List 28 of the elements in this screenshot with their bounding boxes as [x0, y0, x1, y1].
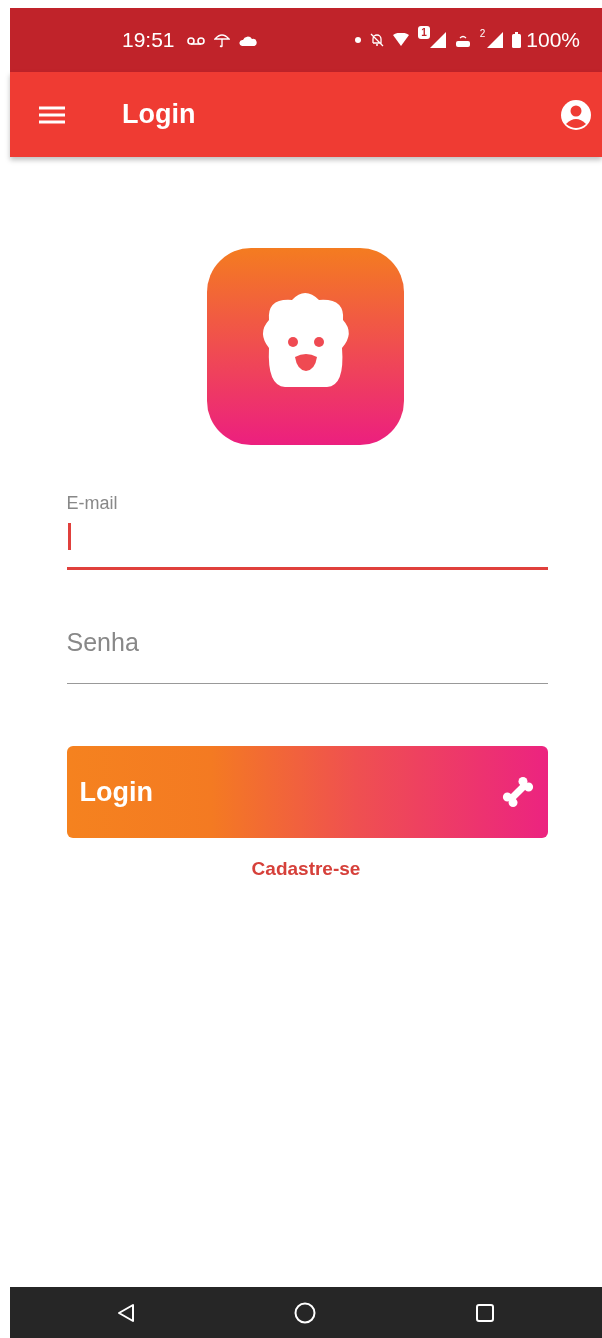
login-button[interactable]: Login	[66, 746, 548, 838]
text-field[interactable]: Senha	[66, 620, 548, 684]
signup-link[interactable]: Cadastre-se	[251, 858, 361, 880]
cloud-icon	[238, 34, 257, 46]
dot-icon	[355, 37, 362, 43]
back-icon[interactable]	[117, 1302, 136, 1323]
recents-icon[interactable]	[474, 1302, 495, 1323]
wifi-icon	[393, 33, 410, 47]
bell-off-icon	[370, 33, 385, 47]
sim-badge: 1	[418, 26, 430, 39]
signal-icon	[429, 32, 446, 48]
sim-number: 2	[479, 28, 486, 39]
text-field[interactable]: E-mail	[66, 493, 548, 570]
home-icon[interactable]	[294, 1301, 316, 1324]
app-bar-title: Login	[122, 99, 197, 130]
battery-level: 100%	[526, 28, 580, 52]
field-label: E-mail	[66, 493, 118, 514]
clock: 19:51	[122, 28, 175, 52]
voicemail-icon	[186, 34, 205, 46]
account-icon[interactable]	[561, 99, 591, 130]
signal-icon	[487, 32, 504, 48]
bone-icon	[501, 776, 534, 808]
field-label: Senha	[66, 628, 139, 657]
umbrella-icon	[213, 32, 230, 48]
dog-logo-icon	[206, 248, 404, 445]
text-cursor	[67, 523, 71, 550]
battery-icon	[512, 32, 522, 48]
menu-icon[interactable]	[39, 105, 65, 124]
